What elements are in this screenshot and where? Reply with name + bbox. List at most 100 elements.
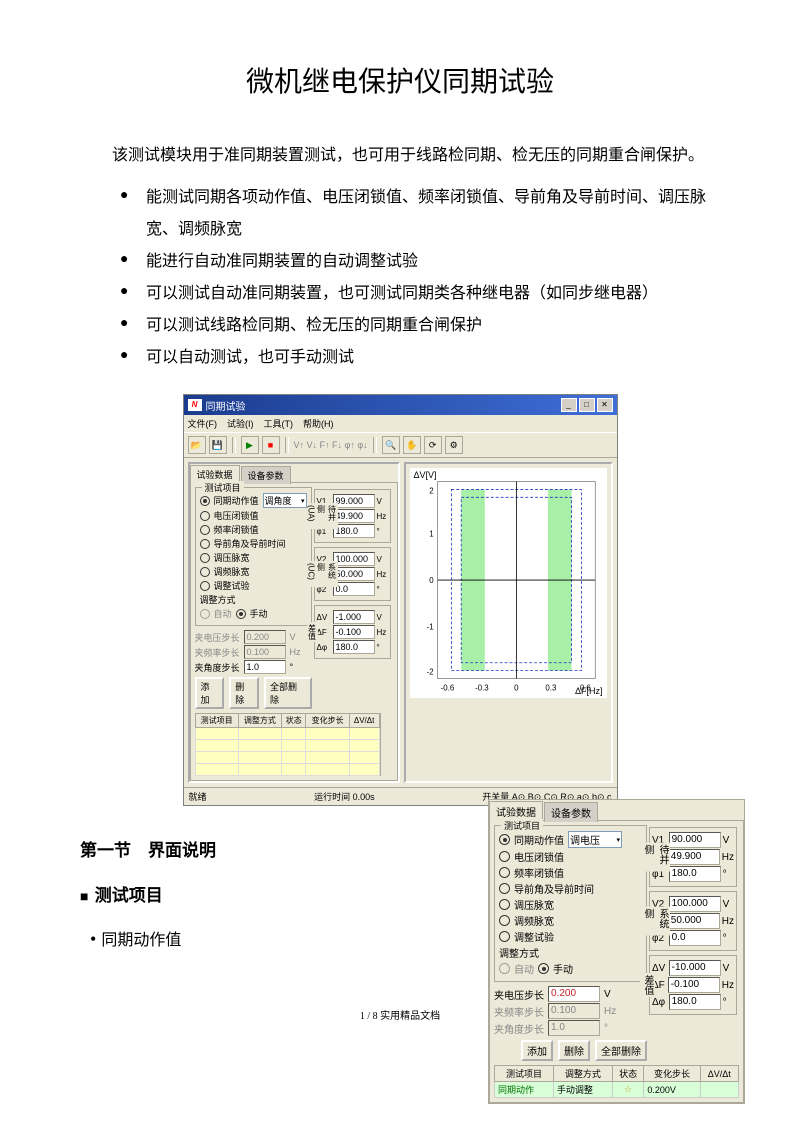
radio-vpulse[interactable] — [499, 899, 510, 910]
tab-test-data-2[interactable]: 试验数据 — [489, 801, 543, 821]
unit-label: Hz — [722, 852, 734, 863]
table-row[interactable]: 同期动作 手动调整 ☆ 0.200V — [495, 1082, 739, 1098]
table-header[interactable]: 测试项目 — [495, 1066, 554, 1082]
dv-input[interactable]: -1.000 — [333, 610, 375, 624]
p2-input[interactable]: 0.0 — [333, 582, 375, 596]
radio-sync-action[interactable] — [499, 834, 510, 845]
radio-volt-lock[interactable] — [200, 511, 210, 521]
v1-input[interactable]: 99.000 — [333, 494, 375, 508]
table-header[interactable]: 调整方式 — [553, 1066, 612, 1082]
p1-input[interactable]: 180.0 — [333, 524, 375, 538]
unit-label: Hz — [722, 980, 734, 991]
run-icon[interactable]: ▶ — [241, 436, 259, 454]
add-button[interactable]: 添加 — [195, 677, 225, 709]
astep-input-2[interactable]: 1.0 — [548, 1020, 600, 1036]
radio-volt-lock[interactable] — [499, 851, 510, 862]
f2-input-2[interactable]: 50.000 — [668, 913, 720, 929]
vstep-input-2[interactable]: 0.200 — [548, 986, 600, 1002]
radio-label: 导前角及导前时间 — [514, 881, 594, 896]
save-icon[interactable]: 💾 — [209, 436, 227, 454]
unit-label: Hz — [377, 628, 387, 637]
table-header[interactable]: ΔV/Δt — [700, 1066, 738, 1082]
table-header[interactable]: 状态 — [612, 1066, 644, 1082]
p2-input-2[interactable]: 0.0 — [669, 930, 721, 946]
menu-help[interactable]: 帮助(H) — [303, 417, 334, 430]
dv-input-2[interactable]: -10.000 — [669, 960, 721, 976]
toolbar-text-icon[interactable]: V↑ V↓ F↑ F↓ φ↑ φ↓ — [294, 440, 368, 450]
radio-freq-lock[interactable] — [499, 867, 510, 878]
sync-action-dropdown-2[interactable]: 调电压▾ — [568, 831, 622, 848]
test-items-group-title: 测试项目 — [202, 481, 244, 494]
svg-text:-0.6: -0.6 — [440, 683, 454, 692]
radio-lead[interactable] — [200, 539, 210, 549]
tab-device-params-2[interactable]: 设备参数 — [544, 802, 598, 822]
refresh-icon[interactable]: ⟳ — [424, 436, 442, 454]
radio-manual[interactable] — [538, 963, 549, 974]
radio-auto[interactable] — [200, 609, 210, 619]
tab-device-params[interactable]: 设备参数 — [241, 466, 291, 484]
radio-adjust[interactable] — [200, 581, 210, 591]
close-button[interactable]: ✕ — [597, 398, 613, 412]
open-icon[interactable]: 📂 — [188, 436, 206, 454]
radio-adjust[interactable] — [499, 931, 510, 942]
menu-file[interactable]: 文件(F) — [188, 417, 218, 430]
table-row[interactable] — [195, 728, 379, 740]
v2-input-2[interactable]: 100.000 — [669, 896, 721, 912]
cell — [700, 1082, 738, 1098]
zoom-icon[interactable]: 🔍 — [382, 436, 400, 454]
unit-label: ° — [723, 997, 734, 1008]
radio-auto[interactable] — [499, 963, 510, 974]
df-input[interactable]: -0.100 — [333, 625, 375, 639]
table-header[interactable]: 变化步长 — [306, 714, 349, 728]
clear-button[interactable]: 全部删除 — [595, 1040, 647, 1061]
radio-lead[interactable] — [499, 883, 510, 894]
fstep-input[interactable]: 0.100 — [244, 645, 286, 659]
sync-action-dropdown[interactable]: 调角度▾ — [263, 493, 307, 508]
bullet-item: 可以自动测试，也可手动测试 — [120, 342, 720, 374]
radio-manual[interactable] — [236, 609, 246, 619]
radio-fpulse[interactable] — [200, 567, 210, 577]
dp-input[interactable]: 180.0 — [333, 640, 375, 654]
unit-label: V — [604, 989, 611, 1000]
left-panel: 试验数据 设备参数 测试项目 同期动作值 调角度▾ 电压闭锁值 频率闭锁值 导前… — [188, 462, 400, 783]
add-button[interactable]: 添加 — [521, 1040, 553, 1061]
v1-input-2[interactable]: 90.000 — [669, 832, 721, 848]
table-header[interactable]: 变化步长 — [644, 1066, 700, 1082]
table-header[interactable]: 调整方式 — [238, 714, 281, 728]
f1-input-2[interactable]: 49.900 — [668, 849, 720, 865]
clear-button[interactable]: 全部删除 — [264, 677, 312, 709]
f1-input[interactable]: 49.900 — [333, 509, 375, 523]
f2-input[interactable]: 50.000 — [333, 567, 375, 581]
del-button[interactable]: 删除 — [229, 677, 259, 709]
table-row[interactable] — [195, 740, 379, 752]
unit-label: V — [377, 613, 387, 622]
hand-icon[interactable]: ✋ — [403, 436, 421, 454]
p1-input-2[interactable]: 180.0 — [669, 866, 721, 882]
radio-fpulse[interactable] — [499, 915, 510, 926]
menu-tools[interactable]: 工具(T) — [264, 417, 294, 430]
del-button[interactable]: 删除 — [558, 1040, 590, 1061]
settings-icon[interactable]: ⚙ — [445, 436, 463, 454]
stop-icon[interactable]: ■ — [262, 436, 280, 454]
v2-input[interactable]: 100.000 — [333, 552, 375, 566]
param-label: Δφ — [652, 997, 667, 1008]
astep-input[interactable]: 1.0 — [244, 660, 286, 674]
radio-vpulse[interactable] — [200, 553, 210, 563]
radio-sync-action[interactable] — [200, 496, 210, 506]
vstep-label: 夹电压步长 — [494, 987, 544, 1002]
radio-freq-lock[interactable] — [200, 525, 210, 535]
table-header[interactable]: ΔV/Δt — [349, 714, 379, 728]
table-row[interactable] — [195, 764, 379, 776]
unit-label: ° — [377, 585, 387, 594]
maximize-button[interactable]: □ — [579, 398, 595, 412]
table-scrollbar[interactable] — [380, 713, 393, 776]
table-header[interactable]: 测试项目 — [195, 714, 238, 728]
minimize-button[interactable]: _ — [561, 398, 577, 412]
param-label: ΔV — [652, 963, 667, 974]
df-input-2[interactable]: -0.100 — [668, 977, 720, 993]
menu-test[interactable]: 试验(I) — [227, 417, 254, 430]
table-row[interactable] — [195, 752, 379, 764]
table-header[interactable]: 状态 — [281, 714, 306, 728]
vstep-input[interactable]: 0.200 — [244, 630, 286, 644]
adjust-mode-label: 调整方式 — [200, 593, 307, 606]
